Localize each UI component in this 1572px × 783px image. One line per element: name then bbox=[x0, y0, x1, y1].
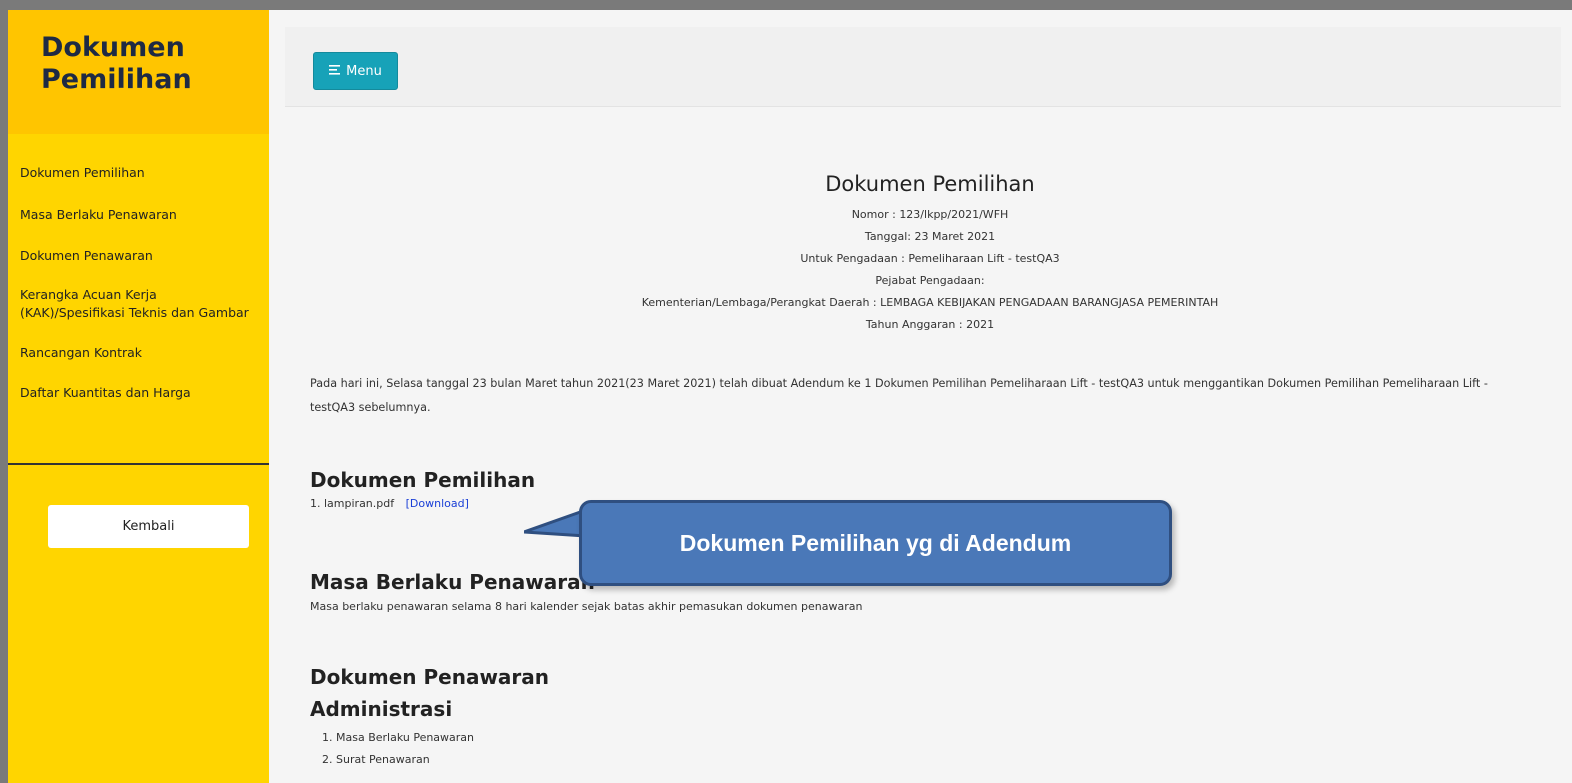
meta-tanggal: Tanggal: 23 Maret 2021 bbox=[864, 230, 996, 243]
list-item: 2. Surat Penawaran bbox=[322, 753, 430, 766]
sidebar-item-kak[interactable]: Kerangka Acuan Kerja (KAK)/Spesifikasi T… bbox=[8, 286, 269, 322]
section-administrasi: Administrasi bbox=[310, 697, 453, 721]
top-bar: Menu bbox=[285, 27, 1561, 107]
sidebar-title: Dokumen Pemilihan bbox=[41, 32, 269, 96]
sidebar-title-line1: Dokumen bbox=[41, 32, 185, 63]
administrasi-list: 1. Masa Berlaku Penawaran 2. Surat Penaw… bbox=[322, 727, 474, 771]
annotation-callout: Dokumen Pemilihan yg di Adendum bbox=[579, 500, 1172, 586]
sidebar: Dokumen Pemilihan Dokumen Pemilihan Masa… bbox=[8, 10, 269, 783]
section-dokumen-pemilihan: Dokumen Pemilihan bbox=[310, 468, 536, 492]
masa-berlaku-text: Masa berlaku penawaran selama 8 hari kal… bbox=[310, 600, 863, 613]
download-link[interactable]: [Download] bbox=[406, 497, 469, 510]
file-item: 1. lampiran.pdf [Download] bbox=[310, 497, 469, 510]
meta-pengadaan: Untuk Pengadaan : Pemeliharaan Lift - te… bbox=[800, 252, 1060, 265]
menu-button-label: Menu bbox=[346, 63, 382, 79]
meta-tahun-anggaran: Tahun Anggaran : 2021 bbox=[865, 318, 995, 331]
sidebar-divider bbox=[8, 463, 269, 465]
section-masa-berlaku: Masa Berlaku Penawaran bbox=[310, 570, 595, 594]
menu-lines-icon bbox=[329, 64, 343, 79]
file-name: 1. lampiran.pdf bbox=[310, 497, 395, 510]
page-title: Dokumen Pemilihan bbox=[825, 172, 1035, 196]
menu-button[interactable]: Menu bbox=[313, 52, 398, 90]
sidebar-item-rancangan-kontrak[interactable]: Rancangan Kontrak bbox=[8, 344, 269, 362]
sidebar-item-daftar-kuantitas[interactable]: Daftar Kuantitas dan Harga bbox=[8, 384, 269, 402]
sidebar-nav: Dokumen Pemilihan Masa Berlaku Penawaran… bbox=[8, 134, 269, 402]
addendum-paragraph: Pada hari ini, Selasa tanggal 23 bulan M… bbox=[310, 377, 1488, 414]
sidebar-title-line2: Pemilihan bbox=[41, 64, 192, 95]
back-button[interactable]: Kembali bbox=[48, 505, 249, 548]
sidebar-item-masa-berlaku-penawaran[interactable]: Masa Berlaku Penawaran bbox=[8, 206, 269, 224]
sidebar-item-dokumen-penawaran[interactable]: Dokumen Penawaran bbox=[8, 247, 269, 265]
section-dokumen-penawaran: Dokumen Penawaran bbox=[310, 665, 550, 689]
app-window: Dokumen Pemilihan Dokumen Pemilihan Masa… bbox=[8, 10, 1572, 783]
meta-kementerian: Kementerian/Lembaga/Perangkat Daerah : L… bbox=[641, 296, 1219, 309]
sidebar-header: Dokumen Pemilihan bbox=[8, 10, 269, 134]
sidebar-item-dokumen-pemilihan[interactable]: Dokumen Pemilihan bbox=[8, 164, 269, 182]
meta-pejabat: Pejabat Pengadaan: bbox=[875, 274, 985, 287]
meta-nomor: Nomor : 123/lkpp/2021/WFH bbox=[851, 208, 1009, 221]
document-header: Dokumen Pemilihan Nomor : 123/lkpp/2021/… bbox=[310, 170, 1550, 336]
list-item: 1. Masa Berlaku Penawaran bbox=[322, 731, 475, 744]
